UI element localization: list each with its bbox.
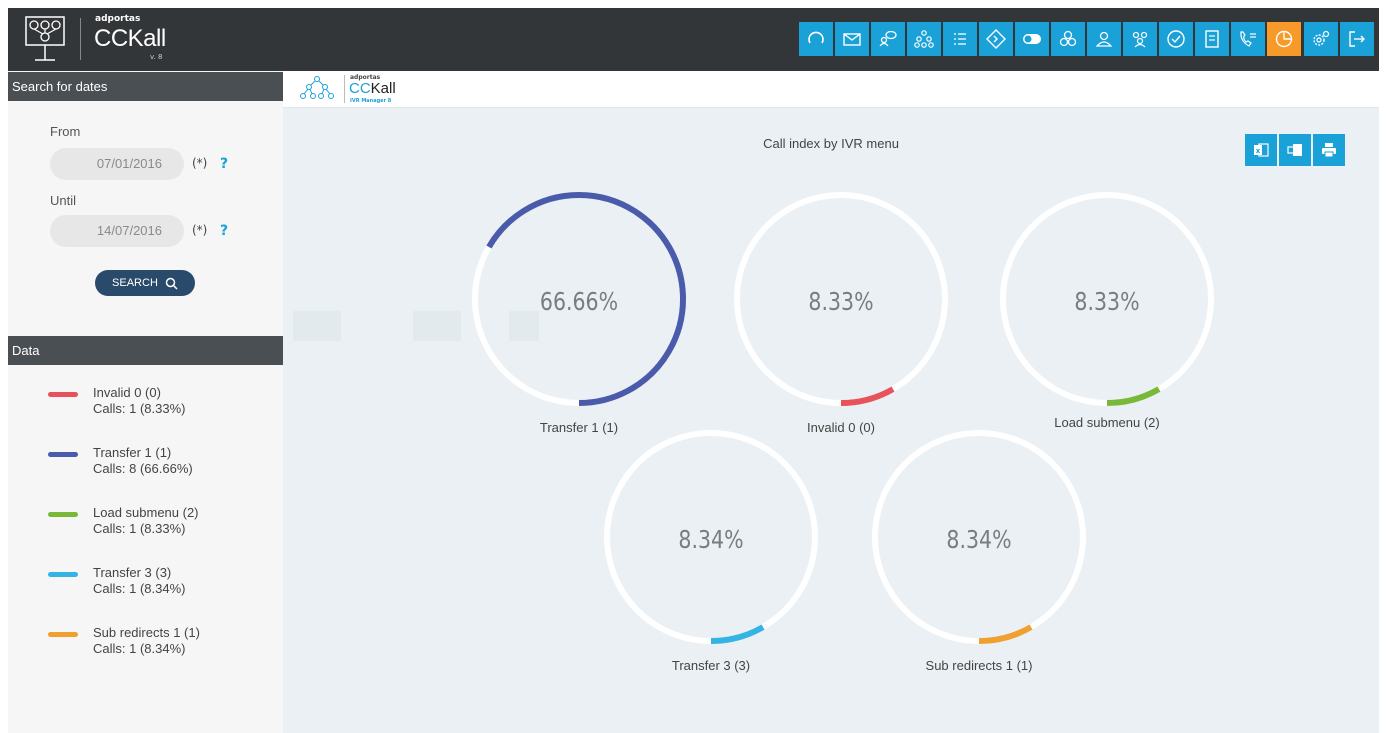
chat-users-icon	[879, 30, 897, 47]
chart-area: 66.66%Transfer 1 (1)8.33%Invalid 0 (0)8.…	[472, 192, 1214, 673]
app-logo[interactable]: adportas CCKall v. 8	[8, 8, 188, 71]
logo-brand: adportas	[95, 14, 141, 24]
donut-chart[interactable]: 8.34% Sub redirects 1 (1)	[872, 430, 1086, 673]
donut-value-label: 8.33%	[808, 288, 873, 316]
legend-calls: Calls: 8 (66.66%)	[93, 461, 193, 476]
secondary-toolbar	[1304, 22, 1376, 56]
search-button[interactable]: SEARCH	[95, 270, 195, 296]
user-icon	[1095, 31, 1113, 47]
legend-swatch	[48, 632, 78, 637]
user-button[interactable]	[1087, 22, 1121, 56]
legend-calls: Calls: 1 (8.33%)	[93, 521, 186, 536]
logo-name: CCKall	[94, 25, 166, 52]
donut-series-label: Load submenu (2)	[1054, 415, 1160, 430]
legend-swatch	[48, 452, 78, 457]
list-button[interactable]	[943, 22, 977, 56]
mail-button[interactable]	[835, 22, 869, 56]
legend-swatch	[48, 572, 78, 577]
donut-arc	[710, 624, 765, 644]
ivr-tree-logo-icon	[25, 16, 65, 61]
from-label: From	[50, 124, 81, 139]
legend-name: Transfer 1 (1)	[93, 445, 172, 460]
donut-value-label: 8.34%	[678, 526, 743, 554]
refresh-icon	[808, 31, 824, 44]
check-button[interactable]	[1159, 22, 1193, 56]
legend-calls: Calls: 1 (8.34%)	[93, 641, 186, 656]
ivr-tree-button[interactable]	[907, 22, 941, 56]
until-required-mark: (*)	[192, 223, 208, 237]
search-dates-header: Search for dates	[8, 72, 283, 101]
data-header: Data	[8, 336, 283, 365]
legend-name: Sub redirects 1 (1)	[93, 625, 200, 640]
ivr-tree-icon	[914, 30, 934, 48]
settings-icon	[1313, 30, 1330, 46]
donut-series-label: Transfer 1 (1)	[540, 420, 618, 435]
app-window: adportas CCKall v. 8 Search for dates Fr…	[8, 8, 1379, 733]
legend-calls: Calls: 1 (8.33%)	[93, 401, 186, 416]
logo-version: v. 8	[150, 53, 163, 61]
until-help-icon[interactable]: ?	[220, 223, 228, 239]
main-toolbar	[799, 22, 1303, 56]
toggle-icon	[1023, 34, 1041, 44]
users-button[interactable]	[1123, 22, 1157, 56]
donut-value-label: 8.34%	[946, 526, 1011, 554]
search-icon	[165, 277, 178, 290]
donut-value-label: 8.33%	[1074, 288, 1139, 316]
main-panel: adportas CCKall IVR Manager 8 Call index…	[283, 71, 1379, 733]
legend-name: Load submenu (2)	[93, 505, 199, 520]
check-circle-icon	[1167, 30, 1185, 48]
sidebar: Search for dates From 07/01/2016 (*) ? U…	[8, 71, 283, 733]
phone-list-button[interactable]	[1231, 22, 1265, 56]
routing-diamond-icon	[986, 29, 1006, 49]
pie-chart-icon	[1275, 30, 1293, 48]
donut-arc	[1106, 386, 1161, 406]
chat-users-button[interactable]	[871, 22, 905, 56]
donut-arc	[978, 624, 1033, 644]
list-icon	[954, 33, 966, 45]
until-label: Until	[50, 193, 77, 208]
legend-name: Transfer 3 (3)	[93, 565, 172, 580]
legend-swatch	[48, 392, 78, 397]
donut-chart[interactable]: 8.33% Invalid 0 (0)	[734, 192, 948, 435]
from-date-field[interactable]: 07/01/2016	[50, 148, 184, 180]
legend-calls: Calls: 1 (8.34%)	[93, 581, 186, 596]
donut-series-label: Invalid 0 (0)	[807, 420, 875, 435]
groups-icon	[1059, 30, 1077, 47]
donut-chart[interactable]: 8.34% Transfer 3 (3)	[604, 430, 818, 673]
logout-button[interactable]	[1340, 22, 1374, 56]
logout-icon	[1349, 31, 1365, 47]
routing-button[interactable]	[979, 22, 1013, 56]
toggle-button[interactable]	[1015, 22, 1049, 56]
donut-series-label: Transfer 3 (3)	[672, 658, 750, 673]
donut-chart[interactable]: 8.33% Load submenu (2)	[1000, 192, 1214, 430]
reports-button[interactable]	[1267, 22, 1301, 56]
phone-list-icon	[1240, 31, 1256, 47]
from-required-mark: (*)	[192, 156, 208, 170]
legend-name: Invalid 0 (0)	[93, 385, 161, 400]
document-icon	[1205, 30, 1219, 48]
donut-arc	[840, 386, 895, 406]
groups-button[interactable]	[1051, 22, 1085, 56]
top-bar: adportas CCKall v. 8	[8, 8, 1379, 71]
donut-series-label: Sub redirects 1 (1)	[926, 658, 1033, 673]
logo-divider	[80, 18, 81, 60]
mail-icon	[843, 33, 861, 46]
users-icon	[1132, 31, 1148, 48]
from-help-icon[interactable]: ?	[220, 156, 228, 172]
settings-button[interactable]	[1304, 22, 1338, 56]
refresh-button[interactable]	[799, 22, 833, 56]
until-date-field[interactable]: 14/07/2016	[50, 215, 184, 247]
donut-value-label: 66.66%	[540, 288, 618, 316]
search-button-label: SEARCH	[112, 277, 158, 289]
document-button[interactable]	[1195, 22, 1229, 56]
donut-chart[interactable]: 66.66% Transfer 1 (1)	[472, 192, 686, 435]
legend-swatch	[48, 512, 78, 517]
